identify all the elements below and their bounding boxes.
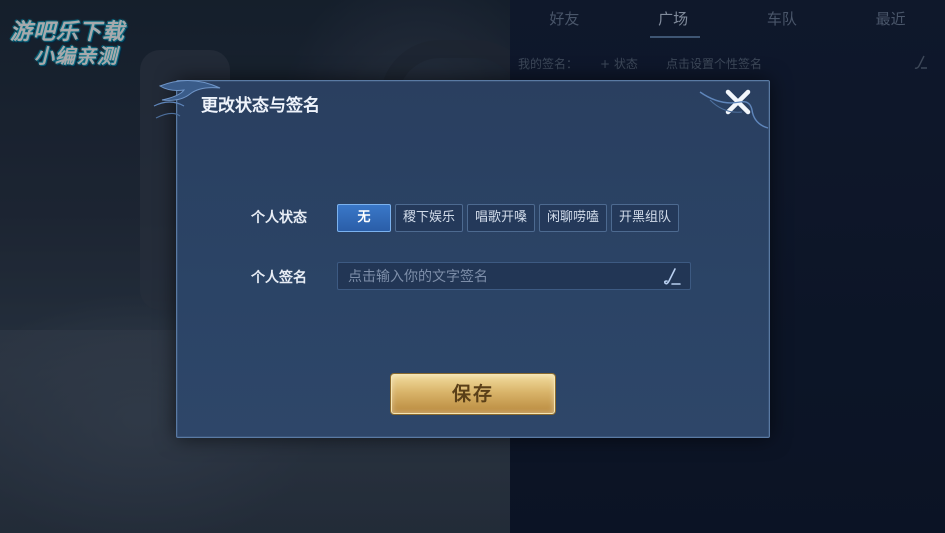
status-options: 无 稷下娱乐 唱歌开嗓 闲聊唠嗑 开黑组队 [337,204,680,232]
swirl-ornament-left [153,80,221,119]
signature-placeholder: 点击输入你的文字签名 [348,269,488,285]
swirl-ornament-right [699,91,769,129]
signature-input[interactable]: 点击输入你的文字签名 [337,262,691,290]
status-label: 个人状态 [251,210,307,226]
status-option-entertainment[interactable]: 稷下娱乐 [395,204,464,232]
status-option-chatting[interactable]: 闲聊唠嗑 [539,204,608,232]
status-option-teamup[interactable]: 开黑组队 [611,204,680,232]
signature-label: 个人签名 [251,270,307,286]
pen-icon [663,268,681,285]
status-option-none[interactable]: 无 [337,204,391,232]
save-button-label: 保存 [451,383,494,405]
save-button[interactable]: 保存 [391,374,555,414]
status-option-singing[interactable]: 唱歌开嗓 [467,204,536,232]
edit-status-dialog: 更改状态与签名 个人状态 无 稷下娱乐 唱歌开嗓 闲聊唠嗑 开黑组队 个人签名 … [176,80,770,438]
